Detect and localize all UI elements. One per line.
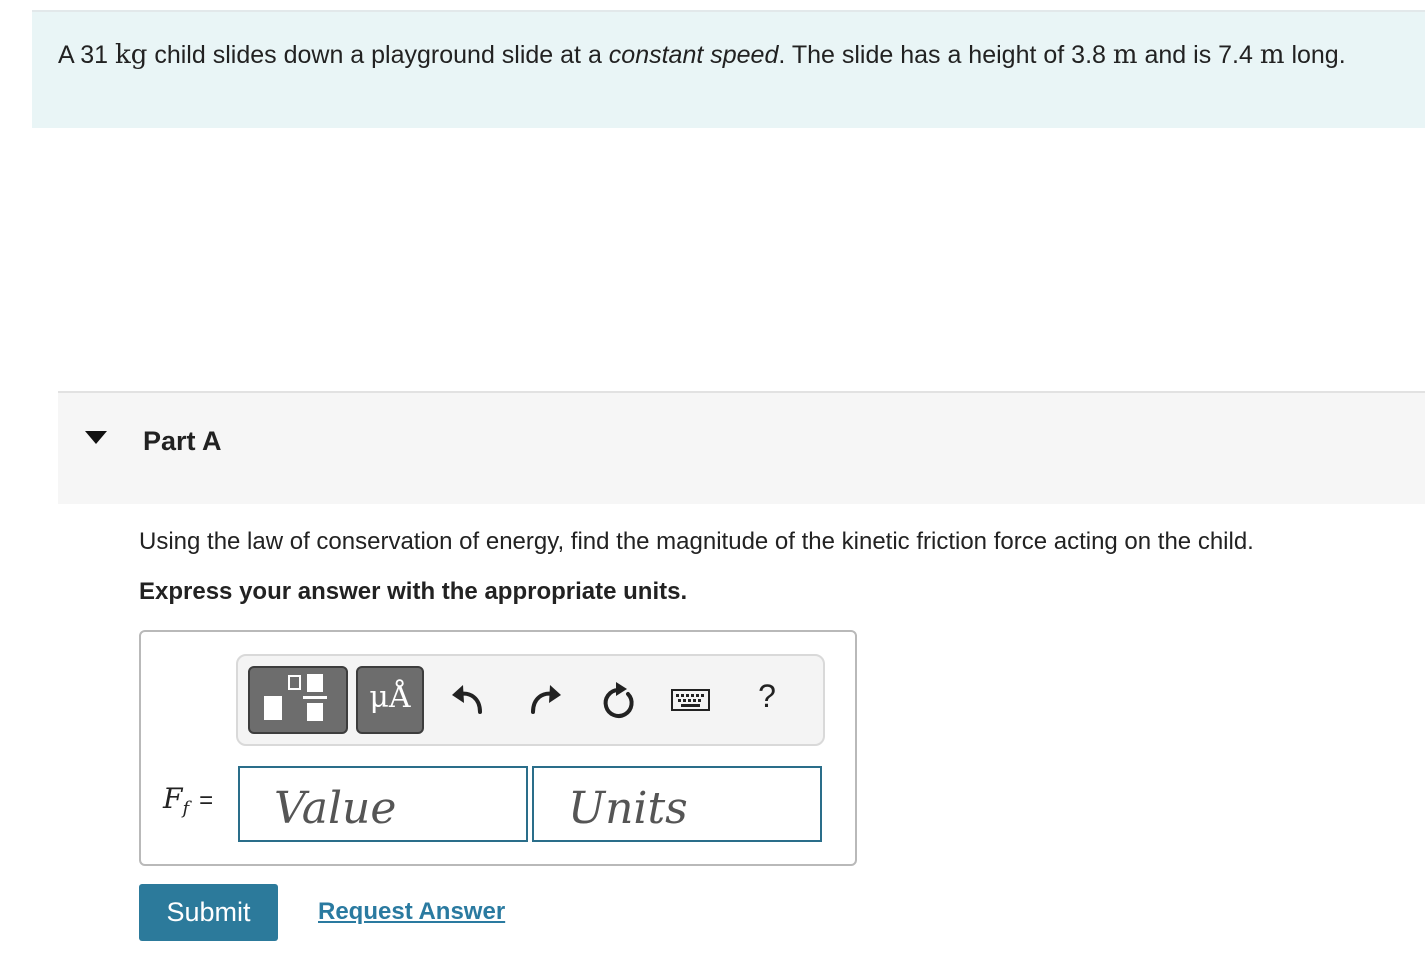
keyboard-icon[interactable]	[670, 674, 712, 726]
units-input[interactable]	[532, 766, 822, 842]
request-answer-link[interactable]: Request Answer	[318, 898, 505, 926]
problem-text-part: A 31	[58, 41, 115, 69]
problem-text-part: and is 7.4	[1137, 41, 1260, 69]
problem-text-part: long.	[1284, 41, 1346, 69]
redo-icon[interactable]	[523, 674, 567, 726]
undo-icon[interactable]	[446, 674, 490, 726]
collapse-triangle-icon[interactable]	[85, 431, 107, 444]
equals-sign: =	[199, 787, 214, 814]
variable-symbol: F	[163, 782, 183, 815]
problem-emphasis: constant speed	[608, 41, 779, 69]
submit-button[interactable]: Submit	[139, 884, 278, 941]
length-unit: m	[1259, 40, 1285, 70]
reset-icon[interactable]	[596, 674, 640, 726]
problem-text: A 31 kg child slides down a playground s…	[58, 38, 1388, 72]
variable-label: Ff =	[163, 782, 213, 819]
mass-unit: kg	[115, 40, 148, 70]
answer-box: μÅ ? Ff =	[139, 630, 857, 866]
math-toolbar: μÅ ?	[236, 654, 825, 746]
value-input[interactable]	[238, 766, 528, 842]
problem-statement-box: A 31 kg child slides down a playground s…	[32, 10, 1425, 128]
templates-button[interactable]	[248, 666, 348, 734]
variable-subscript: f	[182, 798, 190, 819]
part-title: Part A	[143, 426, 222, 456]
units-button[interactable]: μÅ	[356, 666, 424, 734]
instruction-text: Express your answer with the appropriate…	[139, 578, 688, 605]
help-icon[interactable]: ?	[752, 678, 782, 715]
templates-icon	[264, 674, 327, 721]
height-unit: m	[1112, 40, 1138, 70]
problem-text-part: child slides down a playground slide at …	[147, 41, 609, 69]
problem-text-part: . The slide has a height of 3.8	[778, 41, 1113, 69]
part-a-header[interactable]: Part A	[58, 391, 1425, 504]
question-text: Using the law of conservation of energy,…	[139, 528, 1254, 555]
units-icon: μÅ	[369, 680, 411, 715]
